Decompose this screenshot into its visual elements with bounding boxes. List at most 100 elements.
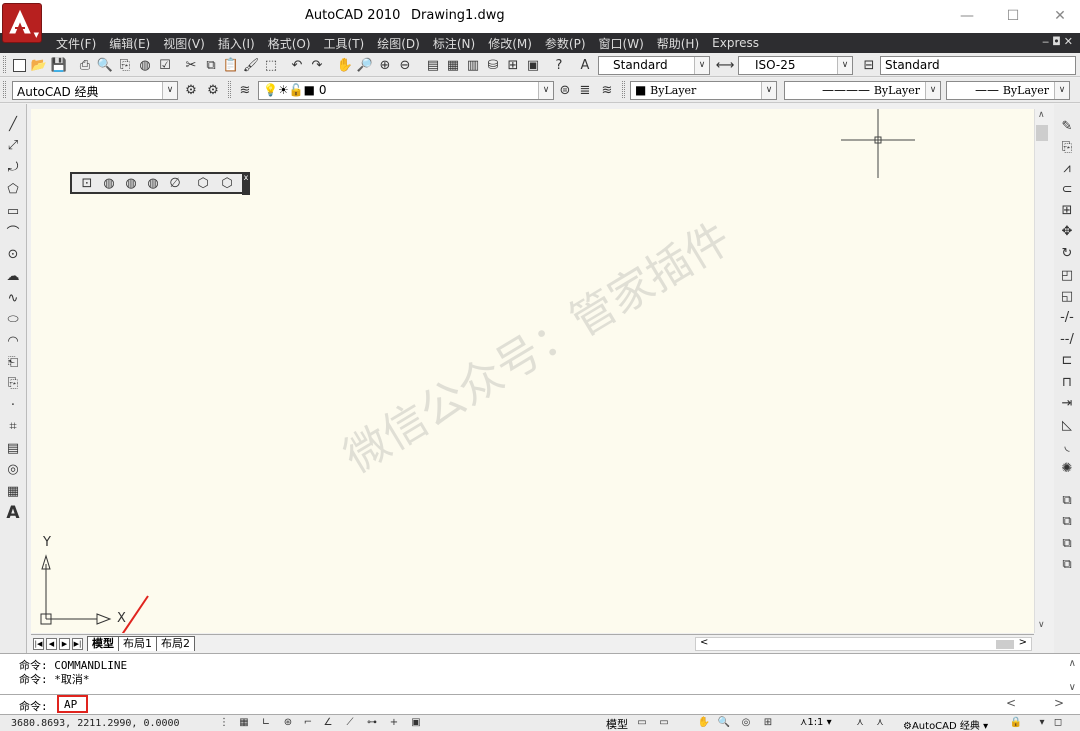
document-window-controls[interactable]: ‒◘✕ [1042, 35, 1076, 48]
new-file-icon[interactable] [10, 56, 28, 74]
application-menu-button[interactable]: ▼ [2, 3, 42, 43]
design-center-icon[interactable]: ▦ [444, 56, 462, 74]
toolbar-lock-icon[interactable]: 🔒 [1008, 716, 1024, 730]
close-toolbar-icon[interactable]: x [242, 173, 250, 195]
reset-view-icon[interactable]: ⬡ [218, 174, 236, 192]
mirror-icon[interactable]: ⩘ [1058, 160, 1076, 178]
pan-icon[interactable]: ✋ [696, 716, 712, 730]
polygon-icon[interactable]: ⬠ [4, 181, 22, 199]
prev-tab-icon[interactable]: ◀ [46, 637, 57, 650]
zoom-window-icon[interactable]: ⊕ [376, 56, 394, 74]
workspace-settings-gear-icon[interactable]: ⚙ [182, 81, 200, 99]
open-file-icon[interactable]: 📂 [30, 56, 48, 74]
quick-view-drawings-icon[interactable]: ▭ [656, 716, 672, 730]
dim-style-select[interactable]: ISO-25 ∨ [738, 56, 853, 75]
table-icon[interactable]: ▦ [4, 483, 22, 501]
pan-icon[interactable]: ✋ [336, 56, 354, 74]
rectangle-icon[interactable]: ▭ [4, 203, 22, 221]
toolbar-grip[interactable] [228, 81, 231, 98]
toolbar-grip[interactable] [3, 56, 6, 73]
dynamic-ucs-icon[interactable]: ⟋ [342, 716, 358, 730]
cut-icon[interactable]: ✂ [182, 56, 200, 74]
camera-icon[interactable]: ⬡ [194, 174, 212, 192]
toolbar-grip[interactable] [3, 81, 6, 98]
text-style-select[interactable]: Standard ∨ [598, 56, 710, 75]
horizontal-scroll-thumb[interactable] [996, 640, 1014, 649]
annotation-scale[interactable]: ⋏1:1 ▾ [800, 717, 832, 728]
menu-view[interactable]: 视图(V) [157, 35, 212, 52]
scroll-down-icon[interactable]: ∨ [1038, 620, 1045, 630]
menu-help[interactable]: 帮助(H) [651, 35, 706, 52]
fillet-icon[interactable]: ◟ [1058, 438, 1076, 456]
multiline-text-icon[interactable]: A [4, 504, 22, 522]
rotate-icon[interactable]: ↻ [1058, 245, 1076, 263]
spline-icon[interactable]: ∿ [4, 290, 22, 308]
toolbar-grip[interactable] [622, 81, 625, 98]
line-icon[interactable]: ╱ [4, 116, 22, 134]
save-icon[interactable]: 💾 [50, 56, 68, 74]
move-icon[interactable]: ✥ [1058, 223, 1076, 241]
properties-icon[interactable]: ▤ [424, 56, 442, 74]
customize-icon[interactable]: ⚙ [204, 81, 222, 99]
workspace-switching[interactable]: ⚙AutoCAD 经典 ▾ [903, 717, 988, 731]
menu-parametric[interactable]: 参数(P) [539, 35, 593, 52]
scroll-right-icon[interactable]: > [1054, 696, 1064, 710]
zoom-icon[interactable]: 🔍 [716, 716, 732, 730]
zoom-previous-icon[interactable]: ⊖ [396, 56, 414, 74]
print-icon[interactable]: ⎙ [76, 56, 94, 74]
point-icon[interactable]: · [4, 397, 22, 415]
match-properties-icon[interactable]: 🖌 [242, 56, 260, 74]
vertical-scroll-thumb[interactable] [1036, 125, 1048, 141]
layer-states-icon[interactable]: ≋ [598, 81, 616, 99]
menu-format[interactable]: 格式(O) [262, 35, 318, 52]
quick-view-layouts-icon[interactable]: ▭ [634, 716, 650, 730]
publish-icon[interactable]: ⎘ [116, 56, 134, 74]
adjust-distance-icon[interactable]: ∅ [166, 174, 184, 192]
scroll-up-icon[interactable]: ∧ [1038, 110, 1045, 120]
revision-cloud-icon[interactable]: ☁ [4, 268, 22, 286]
menu-express[interactable]: Express [706, 36, 766, 50]
extend-icon[interactable]: --/ [1058, 331, 1076, 349]
make-current-layer-icon[interactable]: ⊜ [556, 81, 574, 99]
linetype-select[interactable]: ———— ByLayer ∨ [784, 81, 941, 100]
tab-model[interactable]: 模型 [87, 636, 119, 651]
layer-previous-icon[interactable]: ≣ [576, 81, 594, 99]
draw-order-back-icon[interactable]: ⧉ [1058, 513, 1076, 531]
scroll-left-icon[interactable]: < [1006, 696, 1016, 710]
horizontal-scrollbar[interactable]: < > [695, 637, 1032, 651]
gradient-icon[interactable]: ▤ [4, 440, 22, 458]
steering-wheel-icon[interactable]: ◎ [738, 716, 754, 730]
clean-screen-icon[interactable]: ◻ [1050, 716, 1066, 730]
free-orbit-icon[interactable]: ◍ [122, 174, 140, 192]
calculator-icon[interactable]: ▣ [524, 56, 542, 74]
copy-icon[interactable]: ⧉ [202, 56, 220, 74]
region-icon[interactable]: ◎ [4, 461, 22, 479]
scroll-up-icon[interactable]: ∧ [1069, 658, 1076, 669]
stretch-icon[interactable]: ◱ [1058, 288, 1076, 306]
object-snap-tracking-icon[interactable]: ∠ [320, 716, 336, 730]
erase-icon[interactable]: ✎ [1058, 118, 1076, 136]
quick-properties-icon[interactable]: ▣ [408, 716, 424, 730]
close-button[interactable]: ✕ [1050, 6, 1070, 26]
insert-block-icon[interactable]: ⎗ [4, 354, 22, 372]
grid-display-icon[interactable]: ▦ [236, 716, 252, 730]
ortho-mode-icon[interactable]: ∟ [258, 716, 274, 730]
trim-icon[interactable]: -/- [1058, 309, 1076, 327]
menu-window[interactable]: 窗口(W) [593, 35, 651, 52]
arc-icon[interactable]: ⌒ [4, 225, 22, 243]
tab-layout1[interactable]: 布局1 [118, 636, 157, 651]
snap-mode-icon[interactable]: ⋮ [216, 716, 232, 730]
menu-insert[interactable]: 插入(I) [212, 35, 262, 52]
3d-pan-icon[interactable]: ⊡ [78, 174, 96, 192]
lineweight-toggle-icon[interactable]: + [386, 716, 402, 730]
array-icon[interactable]: ⊞ [1058, 202, 1076, 220]
vertical-scrollbar[interactable] [1034, 109, 1051, 633]
scroll-right-icon[interactable]: > [1019, 637, 1027, 648]
circle-icon[interactable]: ⊙ [4, 246, 22, 264]
join-icon[interactable]: ⇥ [1058, 395, 1076, 413]
3d-orbit-icon[interactable]: ◍ [100, 174, 118, 192]
scroll-left-icon[interactable]: < [700, 637, 708, 648]
auto-scale-icon[interactable]: ⋏ [872, 716, 888, 730]
minimize-button[interactable]: — [957, 6, 977, 26]
block-editor-icon[interactable]: ⬚ [262, 56, 280, 74]
